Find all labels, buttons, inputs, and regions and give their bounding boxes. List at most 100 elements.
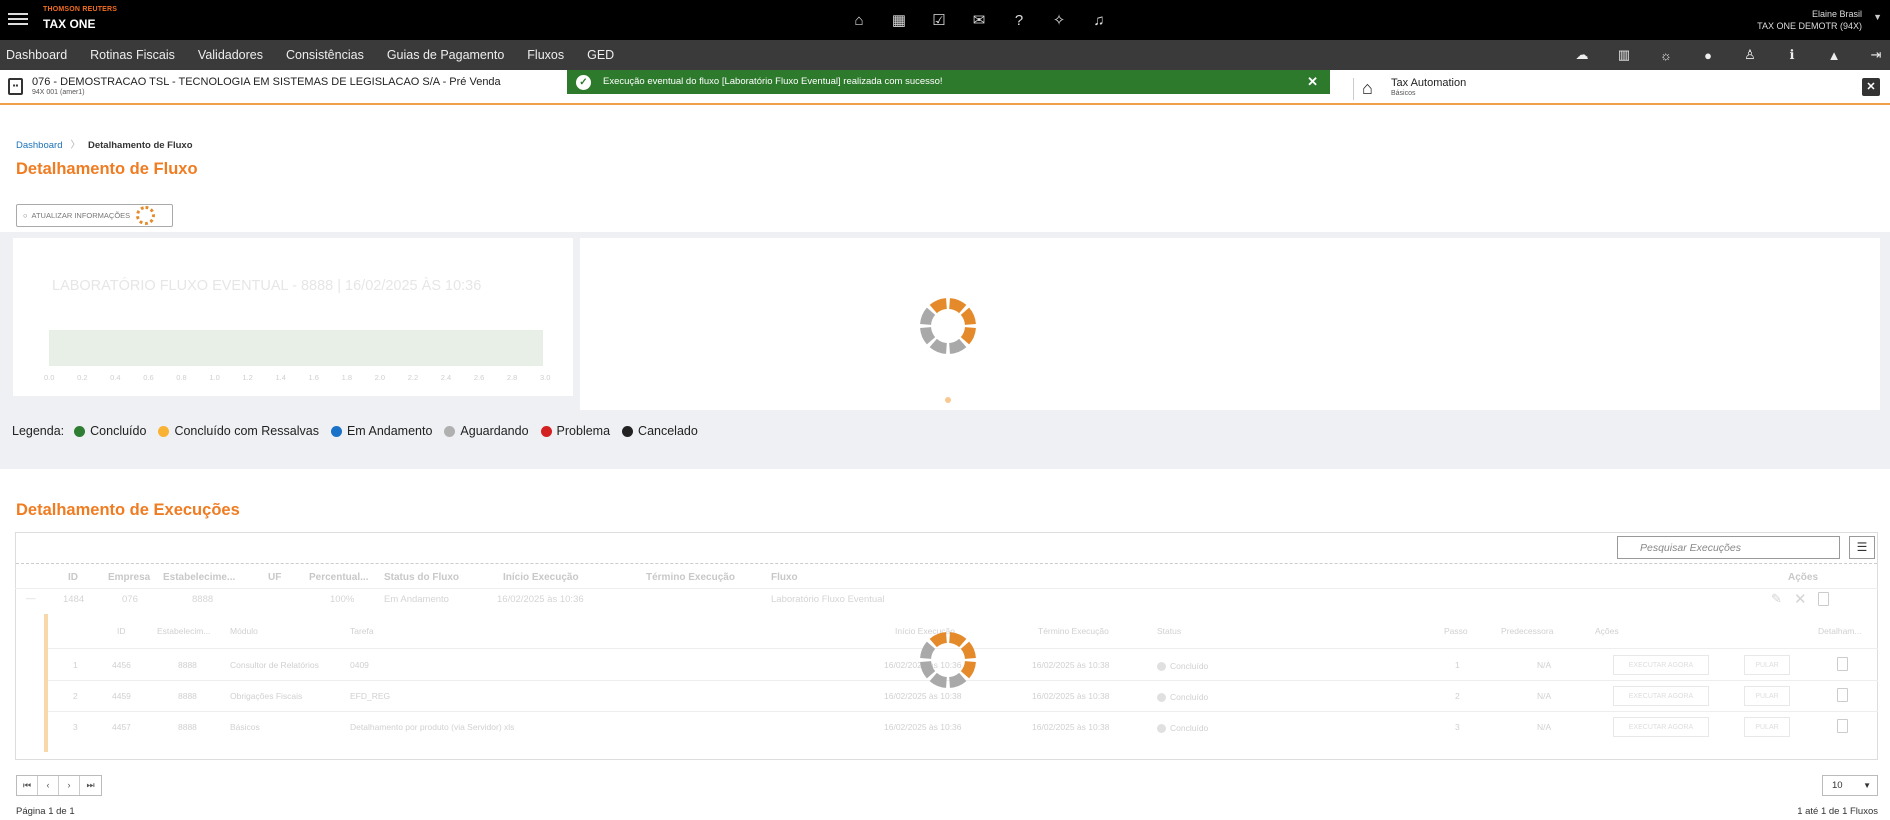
nav-rotinas-fiscais[interactable]: Rotinas Fiscais (90, 48, 175, 62)
search-input[interactable]: Pesquisar Execuções (1617, 536, 1840, 559)
close-icon[interactable]: ✕ (1862, 78, 1880, 96)
sub-col-header: ID (117, 626, 126, 636)
logout-icon[interactable]: ⇥ (1868, 47, 1884, 63)
document-icon[interactable] (1837, 657, 1848, 671)
legend-item: Cancelado (622, 424, 698, 438)
cell: Laboratório Fluxo Eventual (771, 594, 885, 605)
col-header[interactable]: Estabelecime... (163, 572, 235, 583)
module-sub: Básicos (1391, 90, 1416, 97)
nav-guias-de-pagamento[interactable]: Guias de Pagamento (387, 48, 504, 62)
help-icon[interactable]: ? (1008, 9, 1030, 31)
nav-consistencias[interactable]: Consistências (286, 48, 364, 62)
execute-now-button[interactable]: EXECUTAR AGORA (1613, 717, 1709, 737)
axis-tick-label: 2.8 (506, 373, 518, 382)
sub-col-header: Tarefa (350, 626, 374, 636)
edit-icon[interactable]: ✎ (1771, 591, 1782, 607)
nav-fluxos[interactable]: Fluxos (527, 48, 564, 62)
sub-cell: 8888 (178, 691, 197, 701)
col-header[interactable]: UF (268, 572, 281, 583)
axis-tick-label: 2.4 (440, 373, 452, 382)
divider (1353, 78, 1354, 100)
refresh-button[interactable]: ○ ATUALIZAR INFORMAÇÕES (16, 204, 173, 227)
legend: Legenda: Concluído Concluído com Ressalv… (12, 424, 704, 438)
next-page-button[interactable]: › (59, 776, 80, 795)
breadcrumb: Dashboard 〉 Detalhamento de Fluxo (16, 137, 193, 151)
cancel-icon[interactable]: ✕ (1794, 590, 1807, 608)
col-header[interactable]: Término Execução (646, 572, 735, 583)
page-size-select[interactable]: 10 ▼ (1822, 775, 1878, 796)
record-icon[interactable]: ● (1700, 48, 1716, 63)
nav-ged[interactable]: GED (587, 48, 614, 62)
col-header[interactable]: Status do Fluxo (384, 572, 459, 583)
execute-now-button[interactable]: EXECUTAR AGORA (1613, 686, 1709, 706)
toast-message: Execução eventual do fluxo [Laboratório … (603, 76, 943, 87)
nav-dashboard[interactable]: Dashboard (6, 48, 67, 62)
legend-text: Concluído com Ressalvas (174, 424, 319, 438)
legend-item: Em Andamento (330, 424, 432, 438)
chat-icon[interactable]: ✉ (968, 9, 990, 31)
legend-dot-icon (330, 425, 342, 437)
breadcrumb-dashboard[interactable]: Dashboard (16, 140, 62, 151)
user-menu[interactable]: Elaine Brasil TAX ONE DEMOTR (94X) (1757, 8, 1862, 32)
collapse-icon[interactable]: — (26, 593, 36, 604)
gantt-card (13, 238, 573, 396)
cell: 8888 (192, 594, 214, 605)
col-header[interactable]: ID (68, 572, 78, 583)
document-icon[interactable] (1837, 688, 1848, 702)
cloud-icon[interactable]: ☁ (1574, 47, 1590, 63)
column-menu-button[interactable]: ☰ (1849, 536, 1875, 559)
sub-cell: Obrigações Fiscais (230, 691, 303, 701)
status-cell: Concluído (1157, 692, 1209, 703)
prev-page-button[interactable]: ‹ (38, 776, 59, 795)
pagination: ⏮ ‹ › ⏭ (16, 775, 102, 796)
module-name[interactable]: Tax Automation (1391, 77, 1466, 89)
info-icon[interactable]: ℹ (1784, 47, 1800, 63)
cell: 076 (122, 594, 138, 605)
company-name[interactable]: 076 - DEMOSTRACAO TSL - TECNOLOGIA EM SI… (32, 76, 501, 88)
nav-validadores[interactable]: Validadores (198, 48, 263, 62)
sub-cell: N/A (1537, 722, 1552, 732)
refresh-icon: ○ (23, 211, 28, 220)
skip-button[interactable]: PULAR (1744, 655, 1790, 675)
sub-col-header: Passo (1444, 626, 1468, 636)
home-icon[interactable]: ⌂ (848, 9, 870, 31)
col-header[interactable]: Fluxo (771, 572, 798, 583)
home-icon[interactable]: ⌂ (1362, 78, 1373, 99)
indicator-dot (945, 397, 951, 403)
status-cell: Concluído (1157, 661, 1208, 672)
sub-cell: N/A (1537, 691, 1552, 701)
warning-icon[interactable]: ▲ (1826, 48, 1842, 63)
col-header[interactable]: Percentual... (309, 572, 368, 583)
calendar-icon[interactable]: ▦ (888, 9, 910, 31)
sparkle-icon[interactable]: ✧ (1048, 9, 1070, 31)
document-icon[interactable] (1837, 719, 1848, 733)
status-dot-icon (1157, 693, 1166, 703)
status-text: Concluído (1170, 692, 1209, 702)
status-text: Concluído (1170, 723, 1209, 733)
sub-col-header: Ações (1595, 626, 1619, 636)
skip-button[interactable]: PULAR (1744, 717, 1790, 737)
library-icon[interactable]: ▥ (1616, 47, 1632, 63)
sun-icon[interactable]: ☼ (1658, 48, 1674, 63)
skip-button[interactable]: PULAR (1744, 686, 1790, 706)
user-icon[interactable]: ♙ (1742, 47, 1758, 63)
chevron-down-icon[interactable]: ▼ (1873, 12, 1882, 22)
legend-item: Concluído (74, 424, 146, 438)
hamburger-menu-icon[interactable] (8, 10, 28, 28)
status-dot-icon (1157, 724, 1166, 734)
execute-now-button[interactable]: EXECUTAR AGORA (1613, 655, 1709, 675)
first-page-button[interactable]: ⏮ (17, 776, 38, 795)
sub-cell: 16/02/2025 às 10:38 (1032, 691, 1110, 701)
col-header[interactable]: Empresa (108, 572, 150, 583)
status-dot-icon (1157, 662, 1166, 672)
last-page-button[interactable]: ⏭ (80, 776, 101, 795)
sub-cell: 16/02/2025 às 10:38 (1032, 660, 1110, 670)
sub-cell: 16/02/2025 às 10:36 (884, 722, 962, 732)
sub-cell: 4456 (112, 660, 131, 670)
axis-tick-label: 0.4 (110, 373, 121, 382)
bell-icon[interactable]: ♫ (1088, 9, 1110, 31)
checklist-icon[interactable]: ☑ (928, 9, 950, 31)
document-icon[interactable] (1818, 592, 1829, 606)
col-header[interactable]: Início Execução (503, 572, 579, 583)
toast-close-button[interactable]: ✕ (1307, 74, 1318, 90)
